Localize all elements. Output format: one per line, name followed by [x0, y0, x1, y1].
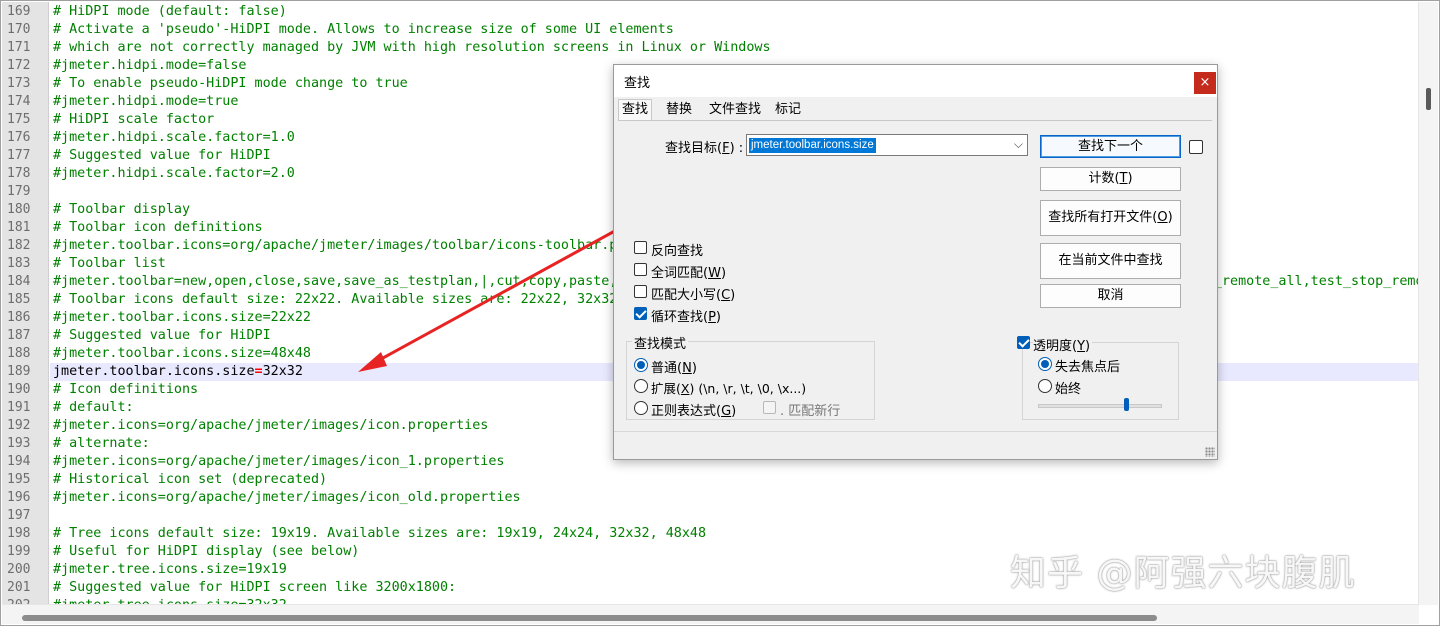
- whole-word-checkbox[interactable]: [634, 263, 647, 276]
- match-newline-label: . 匹配新行: [780, 404, 841, 419]
- find-target-input[interactable]: jmeter.toolbar.icons.size: [749, 138, 876, 153]
- horizontal-scrollbar[interactable]: [2, 604, 1419, 624]
- transparency-always-radio[interactable]: [1038, 379, 1052, 393]
- property-operator: =: [254, 364, 263, 379]
- code-line[interactable]: # Historical icon set (deprecated): [50, 471, 1419, 489]
- vertical-scrollbar[interactable]: [1418, 2, 1438, 605]
- line-number: 188: [7, 346, 31, 361]
- tab-mark[interactable]: 标记: [771, 99, 805, 121]
- code-line[interactable]: [50, 507, 1419, 525]
- line-number: 171: [7, 40, 31, 55]
- dialog-titlebar[interactable]: 查找 ×: [614, 65, 1217, 97]
- reverse-search-checkbox[interactable]: [634, 241, 647, 254]
- reverse-search-label: 反向查找: [651, 244, 704, 259]
- mode-extended-radio[interactable]: [634, 379, 648, 393]
- line-number: 179: [7, 184, 31, 199]
- line-number: 186: [7, 310, 31, 325]
- line-number: 169: [7, 4, 31, 19]
- line-number: 173: [7, 76, 31, 91]
- find-dialog: 查找 × 查找 替换 文件查找 标记 查找目标(F) : jmeter.tool…: [613, 64, 1218, 460]
- code-line[interactable]: # Tree icons default size: 19x19. Availa…: [50, 525, 1419, 543]
- property-value: 32x32: [262, 364, 303, 379]
- line-number: 172: [7, 58, 31, 73]
- match-case-checkbox[interactable]: [634, 285, 647, 298]
- line-number: 181: [7, 220, 31, 235]
- tab-divider: [618, 120, 1212, 121]
- mode-regex-label: 正则表达式(G): [651, 404, 737, 419]
- line-number: 201: [7, 580, 31, 595]
- line-number: 189: [7, 364, 31, 379]
- line-number: 174: [7, 94, 31, 109]
- line-number: 175: [7, 112, 31, 127]
- line-number: 200: [7, 562, 31, 577]
- search-mode-title: 查找模式: [632, 333, 689, 352]
- transparency-checkbox[interactable]: [1017, 336, 1030, 349]
- line-number: 180: [7, 202, 31, 217]
- find-next-button[interactable]: 查找下一个: [1040, 135, 1181, 158]
- wrap-around-label: 循环查找(P): [651, 310, 721, 325]
- dialog-status-strip: [614, 431, 1217, 459]
- line-number: 197: [7, 508, 31, 523]
- dialog-title: 查找: [624, 76, 651, 91]
- find-next-options-checkbox[interactable]: [1189, 140, 1203, 154]
- transparency-slider-thumb[interactable]: [1124, 398, 1129, 411]
- code-line[interactable]: # HiDPI mode (default: false): [50, 3, 1419, 21]
- horizontal-scrollbar-thumb[interactable]: [22, 615, 1157, 621]
- code-line[interactable]: #jmeter.icons=org/apache/jmeter/images/i…: [50, 489, 1419, 507]
- transparency-label: 透明度(Y): [1033, 335, 1093, 354]
- line-number: 177: [7, 148, 31, 163]
- line-number: 184: [7, 274, 31, 289]
- line-number: 195: [7, 472, 31, 487]
- line-number: 187: [7, 328, 31, 343]
- match-case-label: 匹配大小写(C): [651, 288, 736, 303]
- find-in-current-file-button[interactable]: 在当前文件中查找: [1040, 243, 1181, 279]
- cancel-button[interactable]: 取消: [1040, 284, 1181, 308]
- mode-normal-label: 普通(N): [651, 361, 697, 376]
- resize-grip-icon[interactable]: [1205, 447, 1215, 457]
- match-newline-checkbox[interactable]: [763, 401, 776, 414]
- find-target-label: 查找目标(F) :: [665, 141, 744, 156]
- transparency-on-lose-focus-label: 失去焦点后: [1055, 360, 1121, 375]
- transparency-slider-track[interactable]: [1038, 404, 1162, 408]
- line-number: 199: [7, 544, 31, 559]
- vertical-scrollbar-thumb[interactable]: [1426, 88, 1431, 110]
- tab-find[interactable]: 查找: [618, 99, 653, 121]
- mode-normal-radio[interactable]: [634, 358, 648, 372]
- tab-find-in-files[interactable]: 文件查找: [705, 99, 765, 121]
- line-number: 190: [7, 382, 31, 397]
- line-number-gutter: 169 170 171 172 173 174 175 176 177 178 179 180 181 1…: [2, 2, 49, 605]
- line-number: 191: [7, 400, 31, 415]
- mode-regex-radio[interactable]: [634, 401, 648, 415]
- line-number: 183: [7, 256, 31, 271]
- transparency-always-label: 始终: [1055, 382, 1082, 397]
- line-number: 193: [7, 436, 31, 451]
- whole-word-label: 全词匹配(W): [651, 266, 727, 281]
- line-number: 178: [7, 166, 31, 181]
- line-number: 185: [7, 292, 31, 307]
- chevron-down-icon[interactable]: ⌵: [1014, 137, 1023, 152]
- line-number: 192: [7, 418, 31, 433]
- close-icon[interactable]: ×: [1194, 72, 1216, 94]
- mode-extended-label: 扩展(X) (\n, \r, \t, \0, \x...): [651, 381, 807, 396]
- line-number: 194: [7, 454, 31, 469]
- line-number: 182: [7, 238, 31, 253]
- tab-replace[interactable]: 替换: [662, 99, 696, 121]
- line-number: 170: [7, 22, 31, 37]
- property-key: jmeter.toolbar.icons.size: [53, 364, 255, 379]
- code-line[interactable]: # Activate a 'pseudo'-HiDPI mode. Allows…: [50, 21, 1419, 39]
- find-target-combobox[interactable]: jmeter.toolbar.icons.size ⌵: [746, 134, 1028, 156]
- watermark: 知乎 @阿强六块腹肌: [1010, 553, 1356, 594]
- find-all-open-files-button[interactable]: 查找所有打开文件(O): [1040, 200, 1181, 236]
- wrap-around-checkbox[interactable]: [634, 307, 647, 320]
- code-line[interactable]: # which are not correctly managed by JVM…: [50, 39, 1419, 57]
- transparency-on-lose-focus-radio[interactable]: [1038, 357, 1052, 371]
- line-number: 176: [7, 130, 31, 145]
- count-button[interactable]: 计数(T): [1040, 167, 1181, 191]
- line-number: 196: [7, 490, 31, 505]
- line-number: 198: [7, 526, 31, 541]
